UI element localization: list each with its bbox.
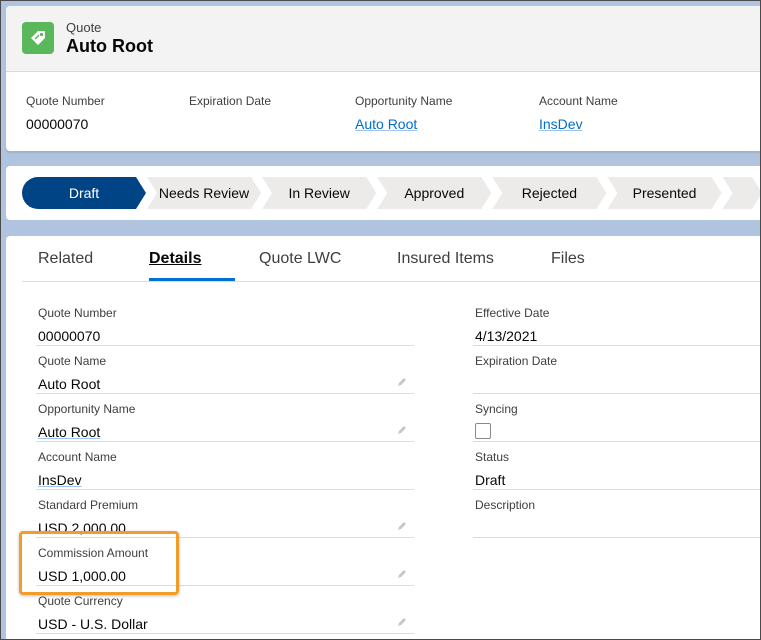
field-value: USD - U.S. Dollar	[38, 616, 148, 632]
field-description: Description	[473, 490, 761, 538]
field-value: Auto Root	[38, 376, 101, 392]
highlight-quote-number: Quote Number 00000070	[26, 94, 105, 132]
field-syncing: Syncing	[473, 394, 761, 442]
tab-bar: Related Details Quote LWC Insured Items …	[22, 236, 761, 282]
edit-pencil-icon[interactable]	[396, 616, 408, 628]
field-effective-date: Effective Date 4/13/2021	[473, 298, 761, 346]
record-header-title-bar: Quote Auto Root	[6, 6, 761, 72]
tab-related[interactable]: Related	[38, 250, 93, 268]
field-quote-name: Quote Name Auto Root	[36, 346, 414, 394]
field-quote-number: Quote Number 00000070	[36, 298, 414, 346]
edit-pencil-icon[interactable]	[396, 376, 408, 388]
field-label: Expiration Date	[475, 354, 558, 368]
account-link[interactable]: InsDev	[539, 116, 618, 132]
path-stage-needs-review[interactable]: Needs Review	[147, 177, 261, 209]
record-title: Auto Root	[66, 36, 153, 56]
field-value: Draft	[475, 472, 506, 488]
field-label: Effective Date	[475, 306, 550, 320]
highlight-label: Expiration Date	[189, 94, 272, 108]
field-account-name: Account Name InsDev	[36, 442, 414, 490]
object-label: Quote	[66, 20, 102, 35]
field-label: Quote Number	[38, 306, 117, 320]
syncing-checkbox[interactable]	[475, 423, 491, 439]
edit-pencil-icon[interactable]	[396, 568, 408, 580]
field-value: 00000070	[38, 328, 101, 344]
field-label: Syncing	[475, 402, 518, 416]
path-stages: Draft Needs Review In Review Approved Re…	[22, 177, 761, 209]
field-label: Opportunity Name	[38, 402, 136, 416]
tab-insured-items[interactable]: Insured Items	[397, 250, 494, 268]
field-label: Description	[475, 498, 536, 512]
edit-pencil-icon[interactable]	[396, 520, 408, 532]
path-stage-draft[interactable]: Draft	[22, 177, 146, 209]
path-stage-more[interactable]	[723, 177, 761, 209]
highlight-account-name: Account Name InsDev	[539, 94, 618, 132]
highlight-label: Quote Number	[26, 94, 105, 108]
commission-highlight-box	[19, 531, 179, 595]
tab-details[interactable]: Details	[149, 250, 201, 268]
active-tab-indicator	[149, 278, 235, 281]
edit-pencil-icon[interactable]	[396, 424, 408, 436]
opportunity-link[interactable]: Auto Root	[355, 116, 452, 132]
path-stage-rejected[interactable]: Rejected	[492, 177, 606, 209]
highlight-opportunity-name: Opportunity Name Auto Root	[355, 94, 452, 132]
highlight-expiration-date: Expiration Date	[189, 94, 271, 116]
tab-files[interactable]: Files	[551, 250, 585, 268]
field-value: 4/13/2021	[475, 328, 538, 344]
opportunity-link[interactable]: Auto Root	[38, 424, 100, 440]
field-label: Account Name	[38, 450, 117, 464]
highlight-value: 00000070	[26, 116, 89, 132]
field-label: Quote Name	[38, 354, 107, 368]
record-header: Quote Auto Root Quote Number 00000070 Ex…	[6, 6, 761, 151]
field-expiration-date: Expiration Date	[473, 346, 761, 394]
field-status: Status Draft	[473, 442, 761, 490]
field-label: Quote Currency	[38, 594, 123, 608]
highlight-label: Opportunity Name	[355, 94, 453, 108]
quote-tag-icon	[22, 22, 54, 54]
field-label: Status	[475, 450, 510, 464]
path-stage-presented[interactable]: Presented	[607, 177, 721, 209]
tab-quote-lwc[interactable]: Quote LWC	[259, 250, 341, 268]
field-opportunity-name: Opportunity Name Auto Root	[36, 394, 414, 442]
path-stage-in-review[interactable]: In Review	[262, 177, 376, 209]
highlight-label: Account Name	[539, 94, 618, 108]
path-stage-approved[interactable]: Approved	[377, 177, 491, 209]
field-label: Standard Premium	[38, 498, 139, 512]
account-link[interactable]: InsDev	[38, 472, 82, 488]
status-path: Draft Needs Review In Review Approved Re…	[6, 166, 761, 220]
